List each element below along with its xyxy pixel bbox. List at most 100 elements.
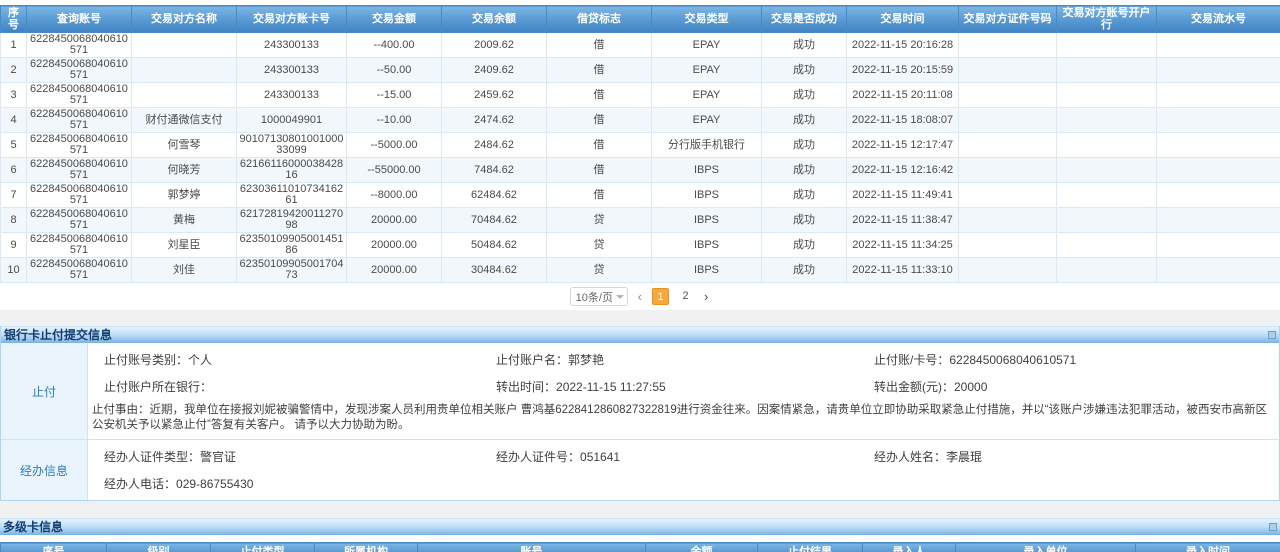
table-cell: IBPS	[652, 233, 762, 258]
panel-corner-icon[interactable]	[1269, 523, 1277, 531]
table-cell	[132, 83, 237, 108]
multi-card-table: 序号级别止付类型所属机构账号余额止付结果录入人录入单位录入时间 1一级第三方止付…	[0, 542, 1280, 552]
table-cell: 10	[1, 258, 27, 283]
table-cell: 成功	[762, 58, 847, 83]
table-cell: 6216611600003842816	[237, 158, 347, 183]
table-cell: 2022-11-15 12:16:42	[847, 158, 959, 183]
table-cell	[1157, 133, 1280, 158]
field-label: 止付账/卡号：	[874, 353, 949, 367]
table-row: 96228450068040610571刘星臣62350109905001451…	[1, 233, 1280, 258]
table-cell: 成功	[762, 208, 847, 233]
section-gap	[0, 501, 1280, 518]
field-stop-card-number: 止付账/卡号：6228450068040610571	[858, 347, 1279, 374]
table-cell	[959, 183, 1057, 208]
table-cell: 6228450068040610571	[27, 133, 132, 158]
table-cell	[1057, 183, 1157, 208]
table-cell	[1157, 158, 1280, 183]
table-cell: 7	[1, 183, 27, 208]
table-cell: 3	[1, 83, 27, 108]
table-cell: IBPS	[652, 258, 762, 283]
table-cell: EPAY	[652, 108, 762, 133]
handler-section-label: 经办信息	[1, 440, 88, 500]
table-cell: 成功	[762, 158, 847, 183]
table-cell: IBPS	[652, 158, 762, 183]
table-cell: 2459.62	[442, 83, 547, 108]
table-cell: 1000049901	[237, 108, 347, 133]
field-label: 经办人证件类型：	[104, 450, 200, 464]
stop-reason-text: 止付事由：近期，我单位在接报刘妮被骗警情中，发现涉案人员利用贵单位相关账户 曹鸿…	[88, 401, 1279, 439]
table-cell	[1157, 233, 1280, 258]
table-cell: 6235010990500170473	[237, 258, 347, 283]
table-cell: 243300133	[237, 33, 347, 58]
table-cell: --55000.00	[347, 158, 442, 183]
column-header: 交易对方名称	[132, 6, 237, 33]
table-cell	[1057, 258, 1157, 283]
handler-section: 经办信息 经办人证件类型：警官证 经办人证件号：051641 经办人姓名：李晨琨…	[1, 440, 1279, 500]
table-cell: 50484.62	[442, 233, 547, 258]
table-cell: --400.00	[347, 33, 442, 58]
table-cell: 4	[1, 108, 27, 133]
page-1-button[interactable]: 1	[652, 288, 669, 305]
table-cell: 成功	[762, 133, 847, 158]
table-cell: 2022-11-15 18:08:07	[847, 108, 959, 133]
page-2-button[interactable]: 2	[677, 288, 694, 305]
table-cell: --5000.00	[347, 133, 442, 158]
table-cell: 6228450068040610571	[27, 58, 132, 83]
table-cell: 2022-11-15 11:33:10	[847, 258, 959, 283]
column-header: 序号	[1, 543, 107, 552]
table-cell	[1057, 233, 1157, 258]
table-cell: 5	[1, 133, 27, 158]
transactions-table: 序号查询账号交易对方名称交易对方账卡号交易金额交易余额借贷标志交易类型交易是否成…	[0, 5, 1280, 283]
page-size-select[interactable]: 10条/页	[570, 287, 628, 306]
table-cell: 6228450068040610571	[27, 83, 132, 108]
table-cell: 6217281942001127098	[237, 208, 347, 233]
column-header: 交易对方证件号码	[959, 6, 1057, 33]
table-cell	[1157, 208, 1280, 233]
table-cell: 1	[1, 33, 27, 58]
table-cell: 财付通微信支付	[132, 108, 237, 133]
column-header: 交易时间	[847, 6, 959, 33]
panel-corner-icon[interactable]	[1268, 331, 1276, 339]
table-cell: 黄梅	[132, 208, 237, 233]
field-label: 转出时间：	[496, 380, 556, 394]
table-cell: 8	[1, 208, 27, 233]
table-cell	[959, 108, 1057, 133]
field-transfer-amount: 转出金额(元)：20000	[858, 374, 1279, 401]
table-cell: 243300133	[237, 83, 347, 108]
pagination: 10条/页 ‹ 1 2 ›	[0, 283, 1280, 310]
table-cell: 6228450068040610571	[27, 208, 132, 233]
field-handler-name: 经办人姓名：李晨琨	[858, 444, 1279, 471]
table-cell: 2022-11-15 20:11:08	[847, 83, 959, 108]
handler-fields-grid: 经办人证件类型：警官证 经办人证件号：051641 经办人姓名：李晨琨 经办人电…	[88, 444, 1279, 498]
table-cell: 借	[547, 158, 652, 183]
table-cell: 2022-11-15 11:49:41	[847, 183, 959, 208]
table-cell: 何雪琴	[132, 133, 237, 158]
table-cell: 2484.62	[442, 133, 547, 158]
field-stop-account-name: 止付账户名：郭梦艳	[480, 347, 858, 374]
table-cell: 20000.00	[347, 258, 442, 283]
table-cell: 刘佳	[132, 258, 237, 283]
column-header: 止付结果	[758, 543, 863, 552]
table-row: 76228450068040610571郭梦婷62303611010734162…	[1, 183, 1280, 208]
multi-card-header-row: 序号级别止付类型所属机构账号余额止付结果录入人录入单位录入时间	[1, 543, 1280, 552]
field-handler-cert-type: 经办人证件类型：警官证	[88, 444, 480, 471]
table-cell: 243300133	[237, 58, 347, 83]
prev-page-button[interactable]: ‹	[636, 289, 644, 304]
column-header: 序号	[1, 6, 27, 33]
table-cell: 成功	[762, 33, 847, 58]
table-cell	[132, 58, 237, 83]
column-header: 录入时间	[1136, 543, 1280, 552]
table-cell: 借	[547, 108, 652, 133]
table-cell	[959, 83, 1057, 108]
table-row: 56228450068040610571何雪琴90107130801001000…	[1, 133, 1280, 158]
table-cell	[132, 33, 237, 58]
table-cell	[1157, 108, 1280, 133]
table-cell	[1157, 83, 1280, 108]
table-cell: 7484.62	[442, 158, 547, 183]
table-cell: 20000.00	[347, 208, 442, 233]
section-gap	[0, 310, 1280, 326]
stop-section: 止付 止付账号类别：个人 止付账户名：郭梦艳 止付账/卡号：6228450068…	[1, 343, 1279, 440]
column-header: 交易对方账卡号	[237, 6, 347, 33]
field-value: 郭梦艳	[568, 353, 604, 367]
next-page-button[interactable]: ›	[702, 289, 710, 304]
